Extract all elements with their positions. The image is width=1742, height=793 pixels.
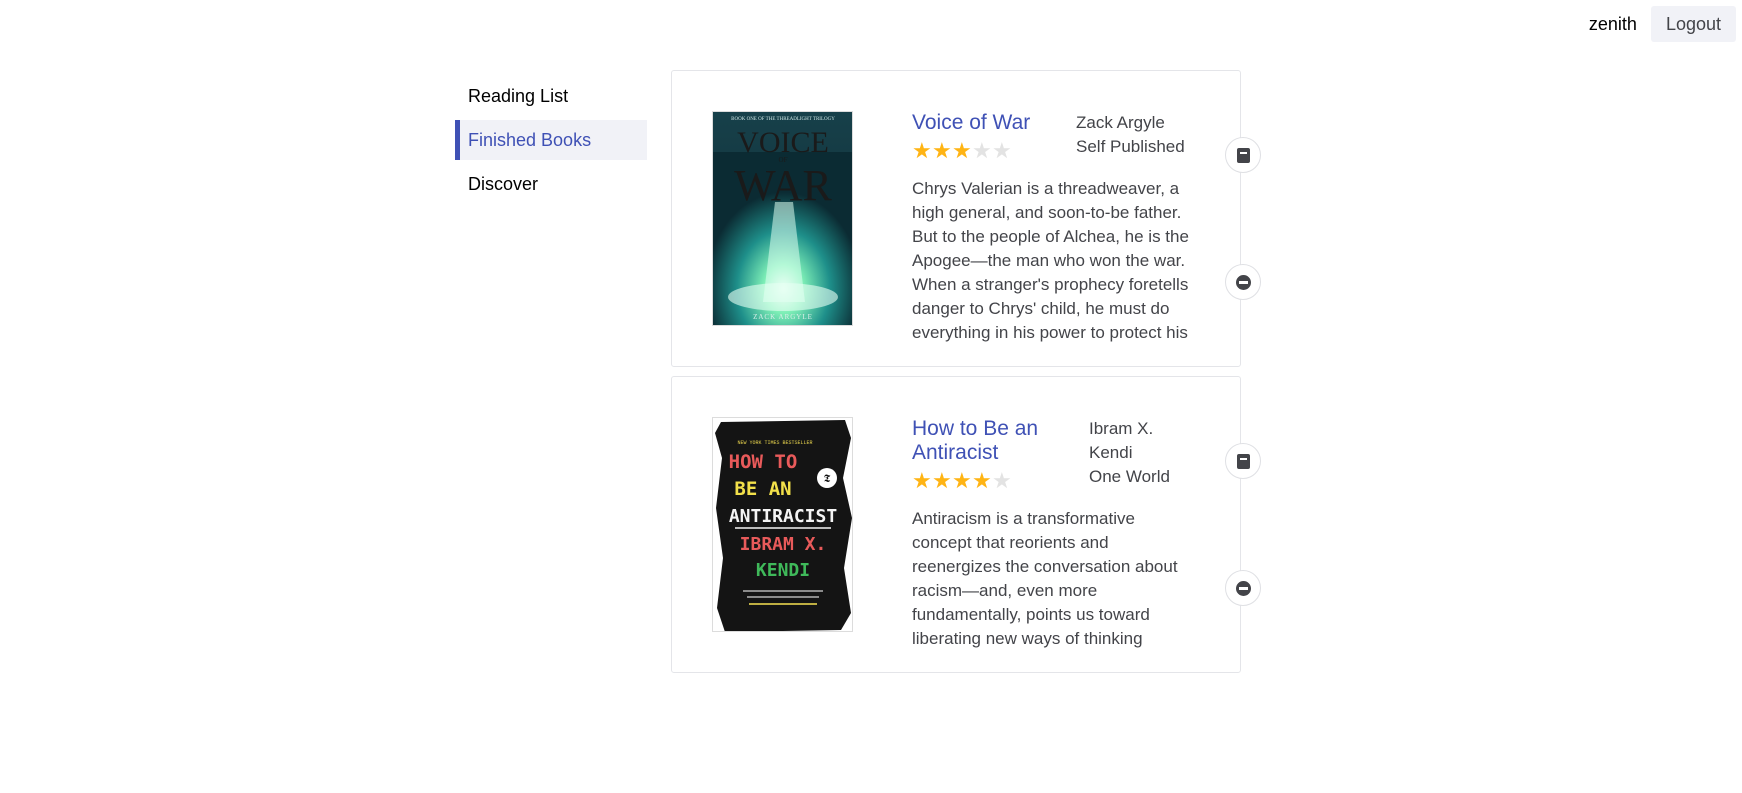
nav-reading-list[interactable]: Reading List bbox=[455, 76, 647, 116]
book-icon bbox=[1236, 453, 1250, 469]
book-synopsis: Chrys Valerian is a threadweaver, a high… bbox=[912, 179, 1189, 342]
star-rating[interactable]: ★ ★ ★ ★ ★ bbox=[912, 140, 1012, 162]
cover-author-line-2: KENDI bbox=[756, 560, 810, 581]
cover-banner-text: NEW YORK TIMES BESTSELLER bbox=[737, 440, 812, 446]
book-row: BOOK ONE OF THE THREADLIGHT TRILOGY VOIC… bbox=[671, 70, 1261, 367]
remove-from-list-button[interactable] bbox=[1225, 264, 1261, 300]
book-meta: Ibram X. Kendi One World bbox=[1089, 417, 1179, 489]
book-title-link[interactable]: Voice of War bbox=[912, 111, 1062, 135]
star-icon[interactable]: ★ bbox=[912, 470, 932, 492]
mark-unread-button[interactable] bbox=[1225, 443, 1261, 479]
username-label: zenith bbox=[1588, 13, 1637, 34]
star-icon[interactable]: ★ bbox=[912, 140, 932, 162]
star-icon[interactable]: ★ bbox=[992, 470, 1012, 492]
logout-button[interactable]: Logout bbox=[1650, 6, 1736, 42]
svg-text:𝕿: 𝕿 bbox=[824, 473, 831, 485]
top-bar: zenith Logout bbox=[1589, 6, 1736, 42]
cover-title-line-1: HOW TO bbox=[729, 451, 798, 473]
cover-author-line-1: IBRAM X. bbox=[740, 534, 827, 555]
cover-title-line-3: ANTIRACIST bbox=[729, 506, 838, 527]
book-row: NEW YORK TIMES BESTSELLER 𝕿 HOW TO BE AN… bbox=[671, 376, 1261, 673]
book-card[interactable]: NEW YORK TIMES BESTSELLER 𝕿 HOW TO BE AN… bbox=[671, 376, 1241, 673]
book-author: Zack Argyle bbox=[1076, 113, 1165, 132]
book-title-link[interactable]: How to Be an Antiracist bbox=[912, 417, 1062, 465]
sidebar-nav: Reading List Finished Books Discover bbox=[455, 76, 647, 208]
cover-title-line-2: BE AN bbox=[734, 478, 791, 500]
mark-unread-button[interactable] bbox=[1225, 137, 1261, 173]
book-author: Ibram X. Kendi bbox=[1089, 419, 1154, 462]
antiracist-cover-art: NEW YORK TIMES BESTSELLER 𝕿 HOW TO BE AN… bbox=[713, 418, 852, 631]
minus-circle-icon bbox=[1235, 274, 1251, 290]
nav-discover[interactable]: Discover bbox=[455, 164, 647, 204]
book-synopsis: Antiracism is a transformative concept t… bbox=[912, 509, 1178, 648]
star-icon[interactable]: ★ bbox=[972, 140, 992, 162]
book-cover-image: NEW YORK TIMES BESTSELLER 𝕿 HOW TO BE AN… bbox=[712, 417, 853, 632]
star-icon[interactable]: ★ bbox=[952, 470, 972, 492]
remove-from-list-button[interactable] bbox=[1225, 570, 1261, 606]
star-icon[interactable]: ★ bbox=[932, 140, 952, 162]
cover-author-text: ZACK ARGYLE bbox=[753, 313, 813, 321]
voice-of-war-cover-art: BOOK ONE OF THE THREADLIGHT TRILOGY VOIC… bbox=[713, 112, 852, 325]
nav-finished-books[interactable]: Finished Books bbox=[455, 120, 647, 160]
star-rating[interactable]: ★ ★ ★ ★ ★ bbox=[912, 470, 1012, 492]
star-icon[interactable]: ★ bbox=[972, 470, 992, 492]
star-icon[interactable]: ★ bbox=[952, 140, 972, 162]
book-publisher: One World bbox=[1089, 467, 1170, 486]
book-icon bbox=[1236, 147, 1250, 163]
book-list: BOOK ONE OF THE THREADLIGHT TRILOGY VOIC… bbox=[671, 70, 1261, 682]
cover-series-text: BOOK ONE OF THE THREADLIGHT TRILOGY bbox=[731, 117, 835, 122]
star-icon[interactable]: ★ bbox=[932, 470, 952, 492]
star-icon[interactable]: ★ bbox=[992, 140, 1012, 162]
book-cover-image: BOOK ONE OF THE THREADLIGHT TRILOGY VOIC… bbox=[712, 111, 853, 326]
book-card[interactable]: BOOK ONE OF THE THREADLIGHT TRILOGY VOIC… bbox=[671, 70, 1241, 367]
book-publisher: Self Published bbox=[1076, 137, 1185, 156]
minus-circle-icon bbox=[1235, 580, 1251, 596]
book-meta: Zack Argyle Self Published bbox=[1076, 111, 1185, 159]
cover-title-line-3: WAR bbox=[734, 161, 832, 210]
cover-title-line-1: VOICE bbox=[737, 126, 829, 159]
